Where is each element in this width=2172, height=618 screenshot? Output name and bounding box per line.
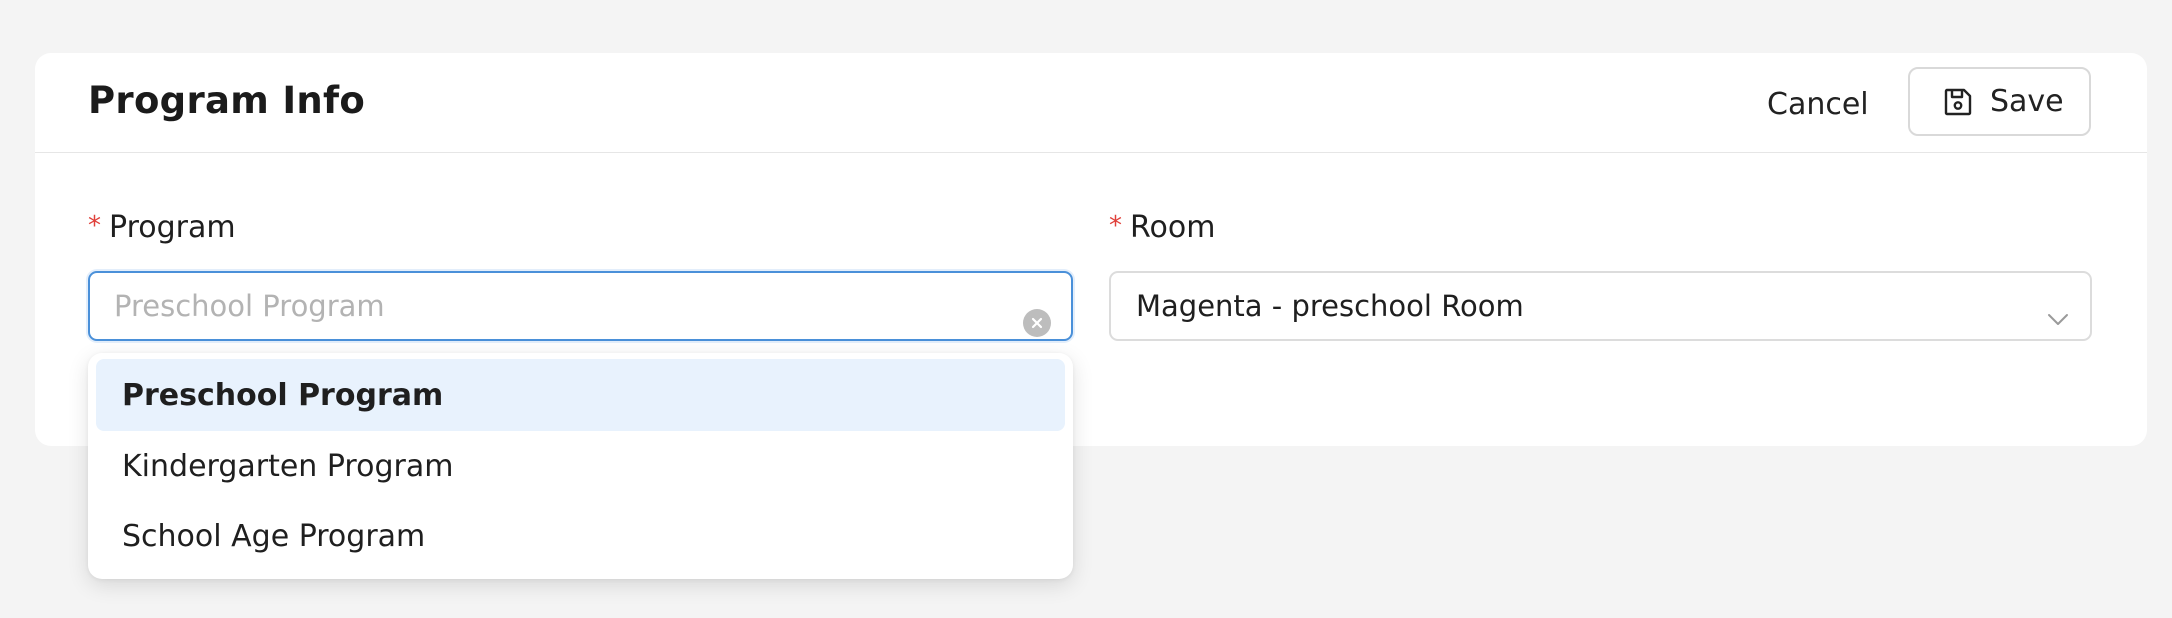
cancel-button[interactable]: Cancel: [1767, 81, 1869, 127]
dropdown-option[interactable]: School Age Program: [96, 500, 1065, 572]
floppy-disk-icon: [1942, 86, 1974, 118]
program-dropdown-menu: Preschool Program Kindergarten Program S…: [88, 353, 1073, 579]
room-label-text: Room: [1130, 210, 1216, 245]
save-button-label: Save: [1990, 84, 2064, 119]
save-button[interactable]: Save: [1908, 67, 2091, 136]
clear-circle-icon[interactable]: [1023, 309, 1051, 337]
dropdown-option[interactable]: Kindergarten Program: [96, 430, 1065, 502]
program-select[interactable]: Preschool Program: [88, 271, 1073, 341]
room-select-value: Magenta - preschool Room: [1136, 289, 1524, 323]
program-field-label: * Program: [88, 210, 236, 245]
required-marker: *: [1109, 211, 1122, 241]
room-select[interactable]: Magenta - preschool Room: [1109, 271, 2092, 341]
card-header: Program Info Cancel Save: [35, 53, 2147, 153]
program-select-placeholder: Preschool Program: [114, 289, 385, 323]
room-field-label: * Room: [1109, 210, 1215, 245]
dropdown-option[interactable]: Preschool Program: [96, 359, 1065, 431]
chevron-down-icon: [2046, 309, 2070, 329]
program-label-text: Program: [109, 210, 236, 245]
page-title: Program Info: [88, 79, 366, 122]
required-marker: *: [88, 211, 101, 241]
